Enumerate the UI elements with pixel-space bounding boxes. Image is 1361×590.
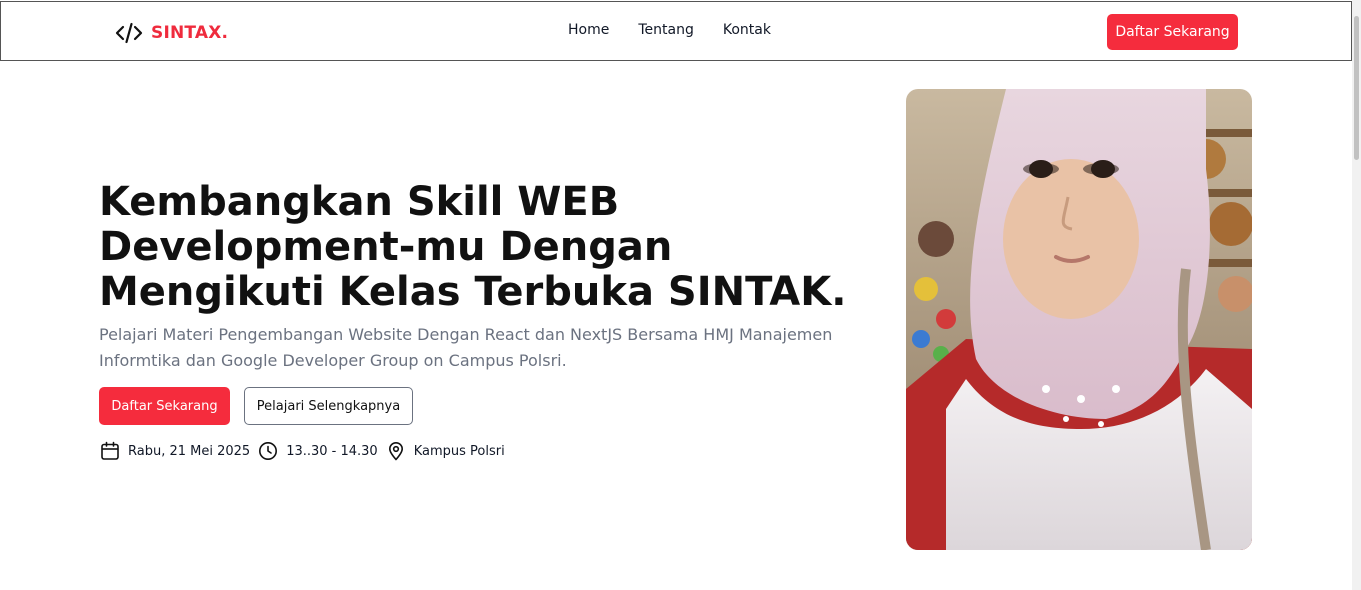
event-location: Kampus Polsri (413, 443, 505, 459)
learn-more-button[interactable]: Pelajari Selengkapnya (244, 387, 413, 425)
register-button[interactable]: Daftar Sekarang (99, 387, 230, 425)
navbar: SINTAX. Home Tentang Kontak Daftar Sekar… (0, 1, 1352, 61)
nav-register-button[interactable]: Daftar Sekarang (1107, 14, 1238, 50)
nav-link-home[interactable]: Home (568, 22, 609, 38)
hero-photo (906, 89, 1252, 550)
brand-logo[interactable]: SINTAX. (115, 20, 228, 46)
event-time: 13..30 - 14.30 (286, 443, 378, 459)
nav-link-tentang[interactable]: Tentang (638, 22, 694, 38)
hero-title: Kembangkan Skill WEB Development-mu Deng… (99, 179, 847, 315)
calendar-icon (101, 441, 119, 460)
brand-name: SINTAX. (151, 23, 229, 43)
nav-links: Home Tentang Kontak (568, 22, 800, 38)
clock-icon (259, 442, 278, 460)
hero-photo-illustration (906, 89, 1252, 550)
page-scrollbar[interactable] (1352, 0, 1361, 590)
code-icon (115, 22, 143, 44)
map-pin-icon (388, 442, 403, 461)
event-info: Rabu, 21 Mei 2025 13..30 - 14.30 Kampus … (100, 440, 513, 462)
nav-link-kontak[interactable]: Kontak (723, 22, 771, 38)
hero-subtitle: Pelajari Materi Pengembangan Website Den… (99, 325, 833, 370)
scrollbar-thumb[interactable] (1354, 16, 1359, 160)
event-date: Rabu, 21 Mei 2025 (128, 443, 251, 459)
